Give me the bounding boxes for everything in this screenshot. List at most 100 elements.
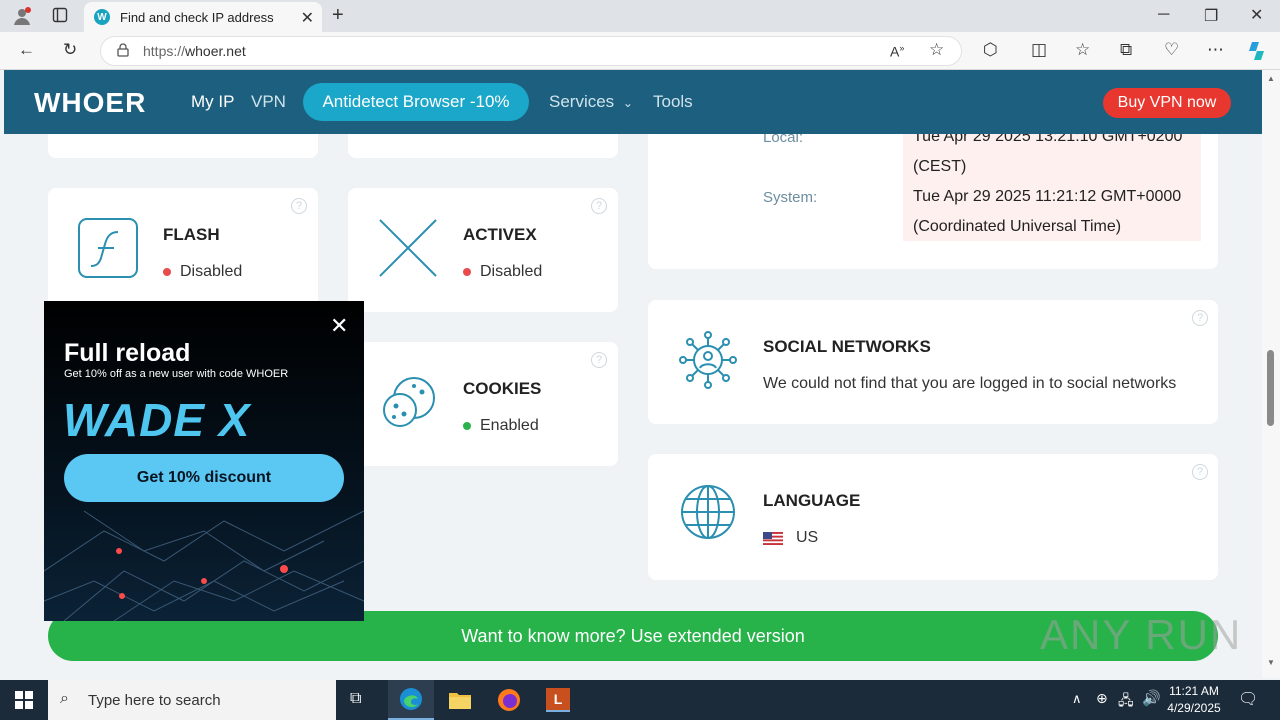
activex-icon	[378, 218, 438, 283]
taskbar-search-input[interactable]: ⌕ Type here to search	[48, 680, 336, 720]
cookies-icon	[378, 372, 438, 437]
social-networks-card: SOCIAL NETWORKS We could not find that y…	[648, 300, 1218, 424]
extensions-icon[interactable]: ⬡	[983, 40, 998, 60]
url-input[interactable]: https://whoer.net	[100, 36, 962, 66]
collections-icon[interactable]: ⧉	[1120, 40, 1132, 60]
scroll-down-icon[interactable]: ▼	[1267, 658, 1275, 667]
cookies-status-text: Enabled	[480, 417, 539, 434]
enabled-status-dot	[463, 422, 471, 430]
language-value: US	[763, 529, 818, 547]
lock-icon[interactable]	[117, 42, 129, 60]
ad-popup[interactable]: ✕ Full reload Get 10% off as a new user …	[44, 301, 364, 621]
flash-title: FLASH	[163, 225, 220, 244]
restore-icon[interactable]: ❐	[1204, 6, 1218, 26]
help-icon[interactable]: ?	[291, 198, 307, 214]
nav-my-ip[interactable]: My IP	[191, 92, 234, 112]
firefox-icon[interactable]	[497, 688, 521, 717]
anyrun-watermark: ANY RUN	[1040, 611, 1243, 658]
task-view-icon[interactable]: ⧉	[350, 690, 361, 708]
browser-tab-bar: W Find and check IP address ✕ + ─ ❐ ✕	[0, 0, 1280, 32]
whoer-logo[interactable]: WHOER	[34, 87, 146, 119]
disabled-status-dot	[463, 268, 471, 276]
taskbar-search-placeholder: Type here to search	[88, 691, 221, 709]
minimize-icon[interactable]: ─	[1158, 6, 1169, 24]
ad-title: Full reload	[64, 339, 191, 367]
refresh-icon[interactable]: ↻	[63, 40, 77, 60]
help-icon[interactable]: ?	[591, 198, 607, 214]
browser-essentials-icon[interactable]: ♡	[1164, 40, 1179, 60]
chevron-down-icon: ⌄	[622, 96, 633, 110]
windows-start-icon[interactable]	[15, 691, 33, 714]
social-networks-text: We could not find that you are logged in…	[763, 375, 1177, 392]
language-card: LANGUAGE US ?	[648, 454, 1218, 580]
antidetect-browser-button[interactable]: Antidetect Browser -10%	[303, 83, 529, 121]
disabled-status-dot	[163, 268, 171, 276]
page-scrollbar[interactable]: ▲ ▼	[1262, 70, 1280, 678]
social-network-icon	[678, 330, 738, 395]
network-icon[interactable]: 🖧	[1118, 690, 1134, 714]
app-l-icon[interactable]: L	[546, 688, 570, 712]
flash-status: Disabled	[163, 263, 242, 281]
system-time-value: Tue Apr 29 2025 11:21:12 GMT+0000	[913, 188, 1182, 205]
more-options-icon[interactable]: ⋯	[1207, 40, 1224, 60]
close-tab-icon[interactable]: ✕	[301, 8, 314, 28]
notifications-icon[interactable]: 🗨	[1238, 689, 1258, 709]
favorites-icon[interactable]: ☆	[1075, 40, 1090, 60]
taskbar-clock[interactable]: 11:21 AM 4/29/2025	[1166, 683, 1222, 717]
flash-card: FLASH Disabled ?	[48, 188, 318, 312]
url-prefix: https://	[143, 43, 186, 59]
clock-date: 4/29/2025	[1167, 701, 1221, 715]
back-icon[interactable]: ←	[18, 40, 35, 60]
us-flag-icon	[763, 532, 783, 550]
nav-tools[interactable]: Tools	[653, 92, 693, 112]
close-ad-icon[interactable]: ✕	[330, 313, 348, 339]
scrollbar-thumb[interactable]	[1267, 350, 1274, 426]
close-window-icon[interactable]: ✕	[1250, 5, 1263, 25]
whoer-favicon-icon: W	[94, 9, 110, 25]
read-aloud-icon[interactable]: A»	[890, 43, 904, 60]
profile-icon[interactable]	[12, 6, 32, 31]
activex-status: Disabled	[463, 263, 542, 281]
help-icon[interactable]: ?	[1192, 464, 1208, 480]
show-hidden-icons-icon[interactable]: ∧	[1072, 691, 1082, 707]
help-icon[interactable]: ?	[1192, 310, 1208, 326]
activex-card: ACTIVEX Disabled ?	[348, 188, 618, 312]
local-time-zone: (CEST)	[913, 158, 967, 175]
tab-title: Find and check IP address	[120, 9, 274, 25]
nav-services[interactable]: Services ⌄	[549, 92, 633, 112]
file-explorer-icon[interactable]	[448, 689, 472, 716]
help-icon[interactable]: ?	[591, 352, 607, 368]
windows-taskbar: ⌕ Type here to search ⧉ L ∧ ⊕ 🖧 🔊 11:21 …	[0, 680, 1280, 720]
browser-tab[interactable]: W Find and check IP address ✕	[84, 2, 322, 32]
ad-brand: WADE X	[63, 394, 251, 446]
nav-services-label: Services	[549, 92, 615, 111]
cookies-card: COOKIES Enabled ?	[348, 342, 618, 466]
social-networks-title: SOCIAL NETWORKS	[763, 337, 931, 356]
nav-vpn[interactable]: VPN	[251, 92, 286, 112]
buy-vpn-button[interactable]: Buy VPN now	[1103, 88, 1231, 118]
scroll-up-icon[interactable]: ▲	[1267, 74, 1275, 83]
language-value-text: US	[796, 529, 819, 546]
search-icon: ⌕	[60, 690, 69, 707]
activex-title: ACTIVEX	[463, 225, 537, 244]
system-time-zone: (Coordinated Universal Time)	[913, 218, 1122, 235]
new-tab-icon[interactable]: +	[332, 4, 344, 27]
ad-subtitle: Get 10% off as a new user with code WHOE…	[64, 368, 289, 380]
system-time-label: System:	[763, 189, 818, 206]
cookies-status: Enabled	[463, 417, 539, 435]
language-title: LANGUAGE	[763, 491, 861, 510]
edge-taskbar-item[interactable]	[388, 680, 434, 720]
tray-app-icon[interactable]: ⊕	[1096, 690, 1108, 707]
flash-status-text: Disabled	[180, 263, 243, 280]
flash-icon	[78, 218, 138, 283]
copilot-icon[interactable]	[1246, 40, 1268, 67]
ad-discount-button[interactable]: Get 10% discount	[64, 454, 344, 502]
cookies-title: COOKIES	[463, 379, 542, 398]
tab-actions-icon[interactable]	[52, 7, 68, 28]
split-screen-icon[interactable]: ◫	[1031, 40, 1047, 60]
volume-icon[interactable]: 🔊	[1142, 689, 1161, 707]
favorite-star-icon[interactable]: ☆	[929, 40, 944, 60]
url-domain: whoer.net	[185, 43, 246, 59]
edge-icon	[399, 687, 423, 716]
globe-icon	[678, 484, 738, 549]
